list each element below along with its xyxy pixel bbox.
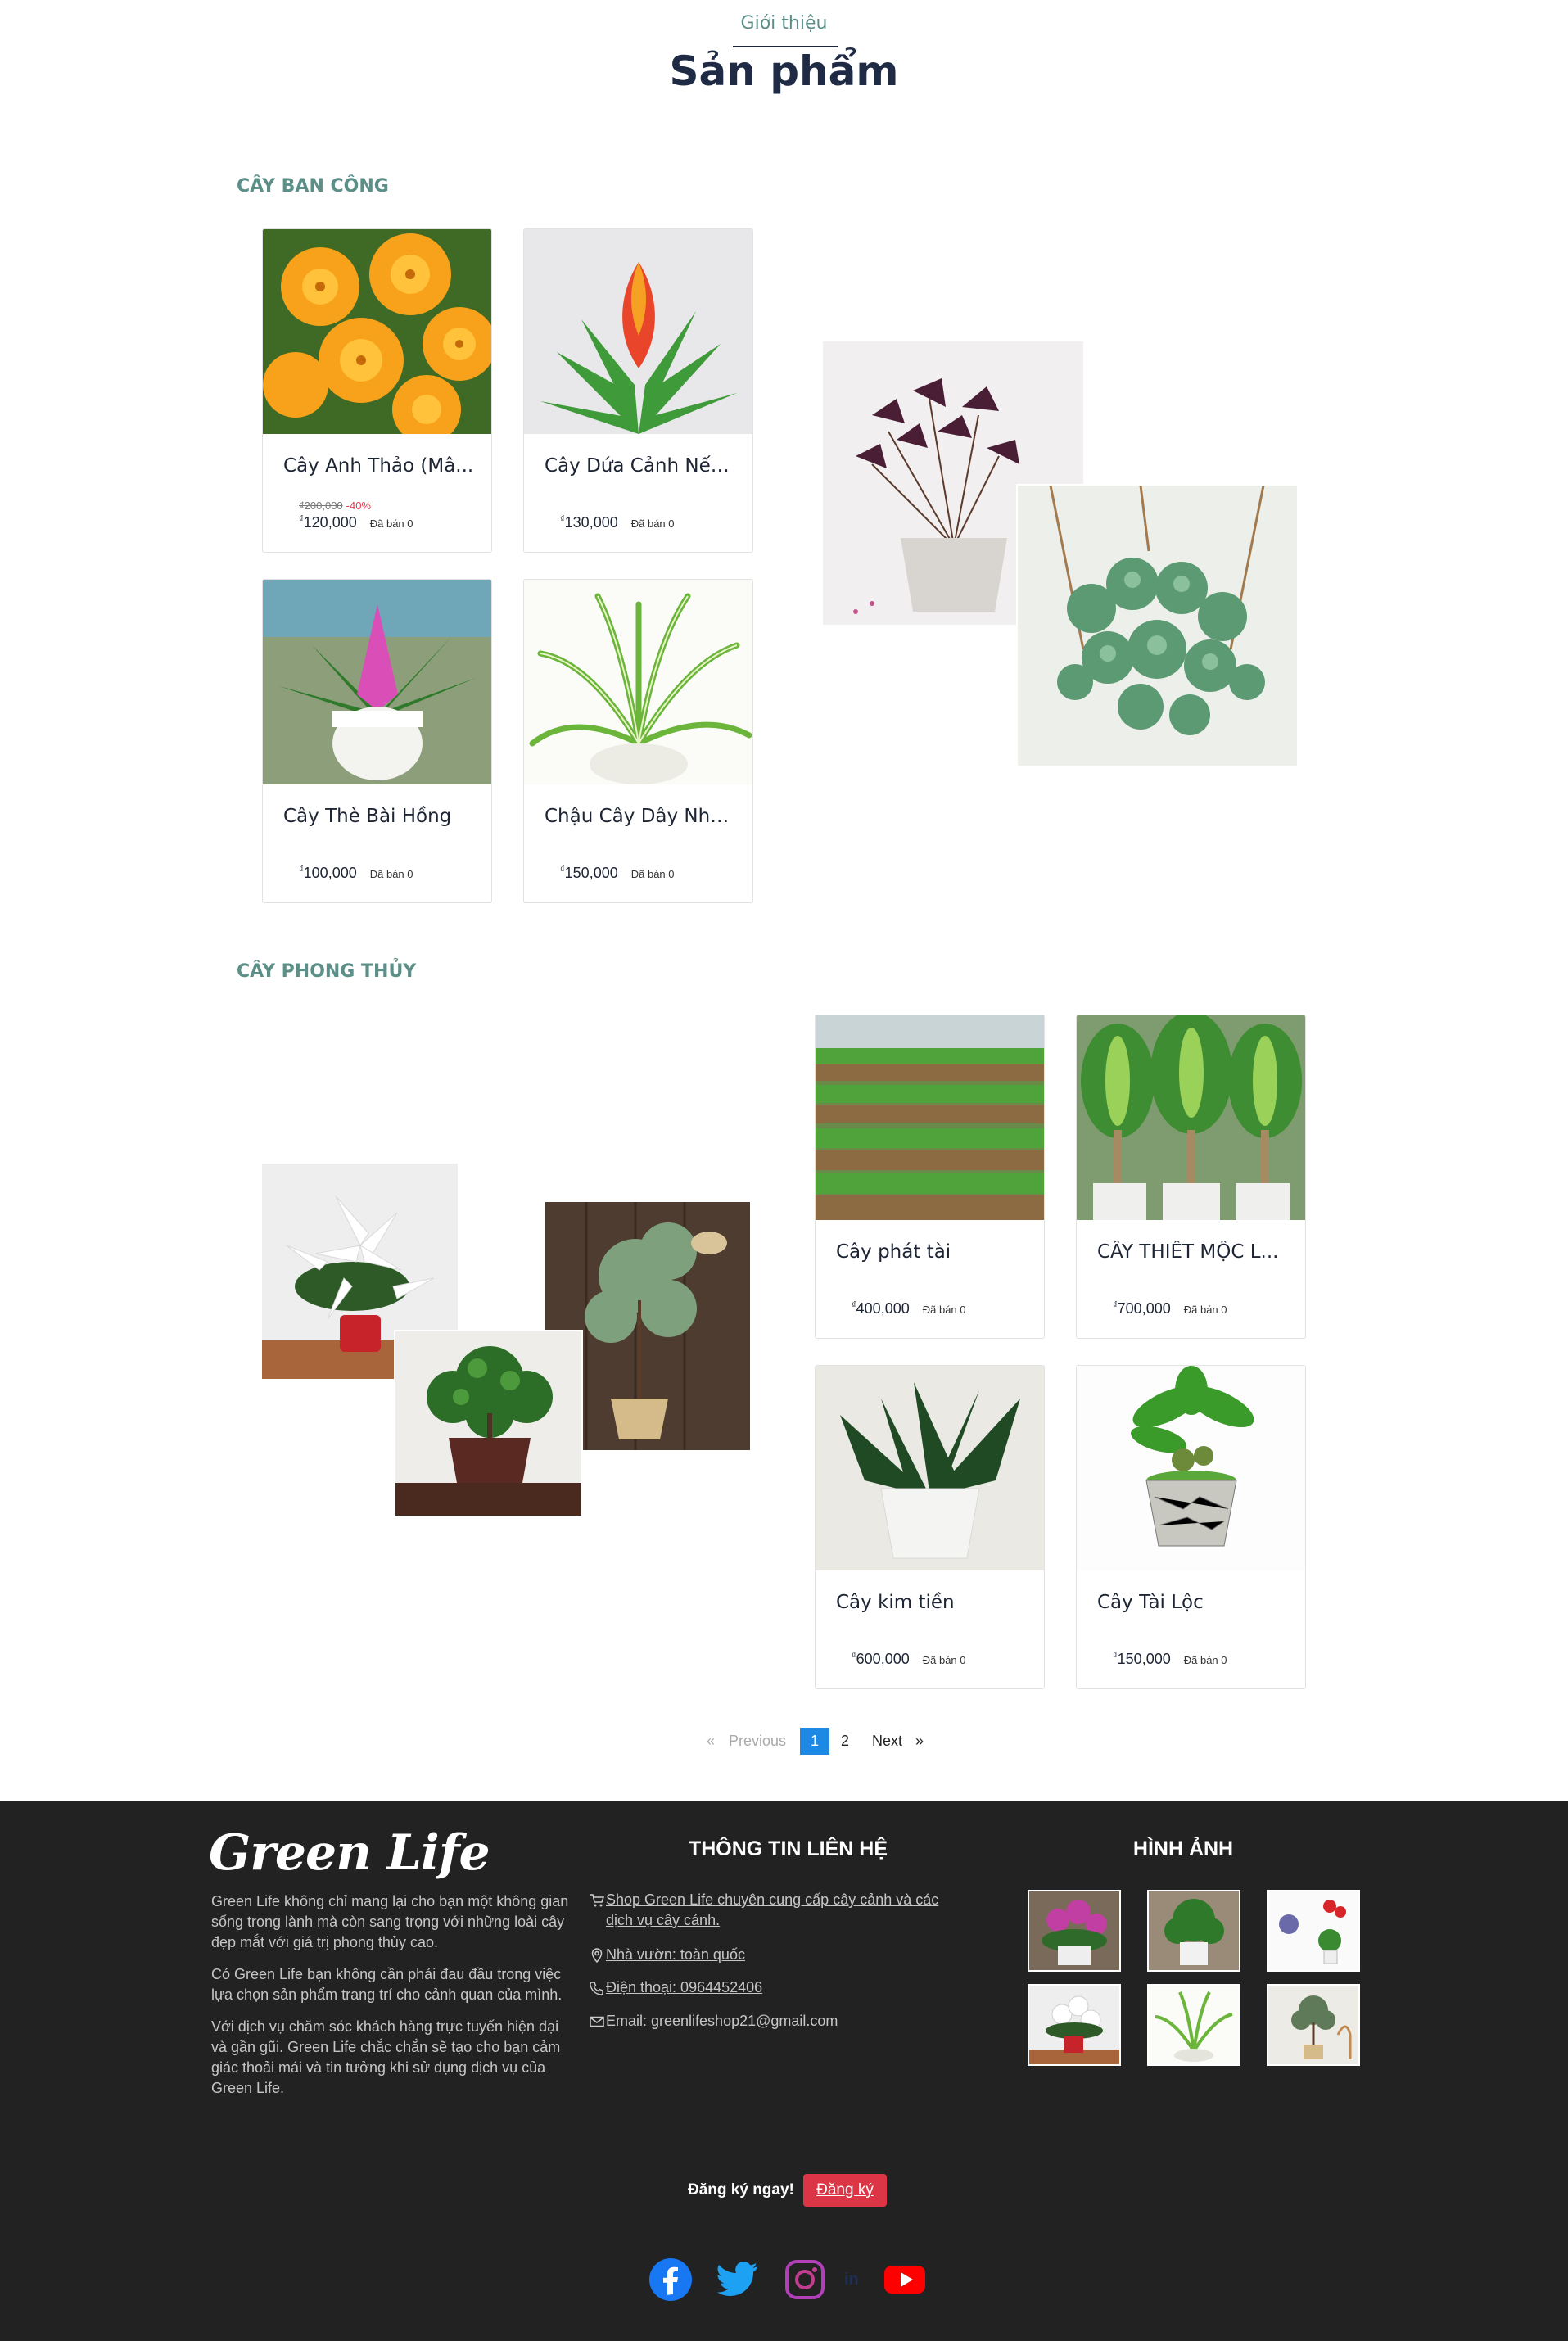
sold-count: Đã bán 0 bbox=[369, 517, 413, 530]
sold-count: Đã bán 0 bbox=[922, 1654, 966, 1666]
subscribe-button[interactable]: Đăng ký bbox=[803, 2174, 887, 2207]
old-price: ₫200,000 bbox=[299, 499, 343, 512]
contact-text[interactable]: Email: greenlifeshop21@gmail.com bbox=[606, 2013, 838, 2029]
discount-badge: -40% bbox=[346, 499, 372, 512]
price-row: ₫130,000 Đã bán 0 bbox=[560, 514, 675, 531]
sold-count: Đã bán 0 bbox=[630, 517, 675, 530]
sold-count: Đã bán 0 bbox=[369, 868, 413, 880]
gallery-thumbnail[interactable] bbox=[1147, 1890, 1240, 1972]
product-name[interactable]: Cây Thè Bài Hồng bbox=[283, 806, 477, 827]
product-card[interactable]: Cây Dứa Cảnh Nến... ₫130,000 Đã bán 0 bbox=[523, 228, 753, 553]
page-1-button[interactable]: 1 bbox=[800, 1728, 829, 1755]
price: 150,000 bbox=[564, 865, 618, 881]
product-image[interactable] bbox=[1077, 1015, 1305, 1220]
about-paragraph: Green Life không chỉ mang lại cho bạn mộ… bbox=[211, 1893, 569, 1950]
subscribe-label: Đăng ký ngay! bbox=[688, 2181, 794, 2199]
product-image[interactable] bbox=[263, 580, 491, 784]
product-card[interactable]: Cây Anh Thảo (Mâ... ₫200,000 -40% ₫120,00… bbox=[262, 228, 492, 553]
product-card[interactable]: Cây kim tiền ₫600,000 Đã bán 0 bbox=[815, 1365, 1045, 1689]
product-card[interactable]: Chậu Cây Dây Nhệ... ₫150,000 Đã bán 0 bbox=[523, 579, 753, 903]
product-image[interactable] bbox=[524, 580, 752, 784]
product-name[interactable]: Cây Tài Lộc bbox=[1097, 1592, 1290, 1613]
product-name[interactable]: CÂY THIẾT MỘC L... bbox=[1097, 1241, 1290, 1263]
section-title-balcony[interactable]: CÂY BAN CÔNG bbox=[237, 176, 389, 197]
page: { "header": {"intro_link": "Giới thiệu",… bbox=[0, 0, 1568, 2341]
about-paragraph: Với dịch vụ chăm sóc khách hàng trực tuy… bbox=[211, 2018, 561, 2096]
product-image[interactable] bbox=[1077, 1366, 1305, 1570]
sold-count: Đã bán 0 bbox=[1183, 1304, 1227, 1316]
gallery-thumbnail[interactable] bbox=[1028, 1984, 1121, 2066]
contact-phone-link[interactable]: Điện thoại: 0964452406 bbox=[590, 1977, 762, 1998]
intro-link[interactable]: Giới thiệu bbox=[0, 13, 1568, 34]
price: 120,000 bbox=[303, 514, 357, 531]
sold-count: Đã bán 0 bbox=[630, 868, 675, 880]
product-name[interactable]: Cây kim tiền bbox=[836, 1592, 1029, 1613]
gallery-thumbnail[interactable] bbox=[1147, 1984, 1240, 2066]
product-name[interactable]: Chậu Cây Dây Nhệ... bbox=[545, 806, 738, 827]
phone-icon bbox=[590, 1982, 603, 1995]
price-row: ₫400,000 Đã bán 0 bbox=[852, 1300, 966, 1317]
price: 150,000 bbox=[1117, 1651, 1171, 1667]
prev-arrow[interactable]: « bbox=[707, 1728, 715, 1755]
contact-text[interactable]: Shop Green Life chuyên cung cấp cây cảnh… bbox=[606, 1891, 938, 1928]
product-image[interactable] bbox=[263, 229, 491, 434]
instagram-icon[interactable] bbox=[784, 2258, 826, 2301]
gallery-thumbnail[interactable] bbox=[1028, 1890, 1121, 1972]
price-row: ₫600,000 Đã bán 0 bbox=[852, 1651, 966, 1668]
product-name[interactable]: Cây Dứa Cảnh Nến... bbox=[545, 455, 738, 477]
linkedin-icon[interactable]: in bbox=[843, 2258, 867, 2301]
svg-text:in: in bbox=[844, 2271, 859, 2289]
product-name[interactable]: Cây phát tài bbox=[836, 1241, 1029, 1263]
contact-text[interactable]: Nhà vườn: toàn quốc bbox=[606, 1946, 745, 1963]
page-title: Sản phẩm bbox=[669, 47, 899, 95]
envelope-icon bbox=[590, 2016, 604, 2027]
hanging-plant-image bbox=[1016, 484, 1299, 767]
product-card[interactable]: CÂY THIẾT MỘC L... ₫700,000 Đã bán 0 bbox=[1076, 1015, 1306, 1339]
about-paragraph: Có Green Life bạn không cần phải đau đầu… bbox=[211, 1966, 563, 2003]
price: 400,000 bbox=[856, 1300, 910, 1317]
contact-heading: THÔNG TIN LIÊN HỆ bbox=[688, 1837, 888, 1860]
footer-logo[interactable]: Green Life bbox=[209, 1824, 490, 1882]
contact-garden-link[interactable]: Nhà vườn: toàn quốc bbox=[591, 1945, 745, 1965]
next-page-link[interactable]: Next bbox=[872, 1728, 902, 1755]
price-row: ₫150,000 Đã bán 0 bbox=[1113, 1651, 1227, 1668]
cart-icon bbox=[590, 1894, 604, 1907]
gallery-thumbnail[interactable] bbox=[1267, 1984, 1360, 2066]
contact-email-link[interactable]: Email: greenlifeshop21@gmail.com bbox=[590, 2011, 838, 2031]
product-image[interactable] bbox=[524, 229, 752, 434]
price: 130,000 bbox=[564, 514, 618, 531]
product-card[interactable]: Cây Thè Bài Hồng ₫100,000 Đã bán 0 bbox=[262, 579, 492, 903]
price: 600,000 bbox=[856, 1651, 910, 1667]
gallery-thumbnail[interactable] bbox=[1267, 1890, 1360, 1972]
section-title-fengshui[interactable]: CÂY PHONG THỦY bbox=[237, 961, 416, 982]
next-arrow[interactable]: » bbox=[915, 1728, 924, 1755]
product-card[interactable]: Cây Tài Lộc ₫150,000 Đã bán 0 bbox=[1076, 1365, 1306, 1689]
facebook-icon[interactable] bbox=[649, 2258, 692, 2301]
price-row: ₫120,000 Đã bán 0 bbox=[299, 514, 413, 531]
youtube-icon[interactable] bbox=[883, 2258, 926, 2301]
prev-page-link[interactable]: Previous bbox=[729, 1728, 786, 1755]
gallery-heading: HÌNH ẢNH bbox=[1132, 1837, 1234, 1860]
about-text: Green Life không chỉ mang lại cho bạn mộ… bbox=[211, 1891, 572, 2110]
contact-shop-link[interactable]: Shop Green Life chuyên cung cấp cây cảnh… bbox=[590, 1890, 958, 1931]
product-name[interactable]: Cây Anh Thảo (Mâ... bbox=[283, 455, 477, 477]
old-price-row: ₫200,000 -40% bbox=[299, 499, 371, 512]
page-2-button[interactable]: 2 bbox=[841, 1728, 849, 1755]
price-row: ₫100,000 Đã bán 0 bbox=[299, 865, 413, 882]
sold-count: Đã bán 0 bbox=[922, 1304, 966, 1316]
bonsai-image bbox=[394, 1330, 583, 1517]
sold-count: Đã bán 0 bbox=[1183, 1654, 1227, 1666]
price-row: ₫700,000 Đã bán 0 bbox=[1113, 1300, 1227, 1317]
product-image[interactable] bbox=[816, 1366, 1044, 1570]
price-row: ₫150,000 Đã bán 0 bbox=[560, 865, 675, 882]
price: 100,000 bbox=[303, 865, 357, 881]
twitter-icon[interactable] bbox=[716, 2258, 759, 2301]
price: 700,000 bbox=[1117, 1300, 1171, 1317]
contact-text[interactable]: Điện thoại: 0964452406 bbox=[606, 1979, 762, 1995]
map-pin-icon bbox=[591, 1948, 603, 1963]
product-card[interactable]: Cây phát tài ₫400,000 Đã bán 0 bbox=[815, 1015, 1045, 1339]
product-image[interactable] bbox=[816, 1015, 1044, 1220]
